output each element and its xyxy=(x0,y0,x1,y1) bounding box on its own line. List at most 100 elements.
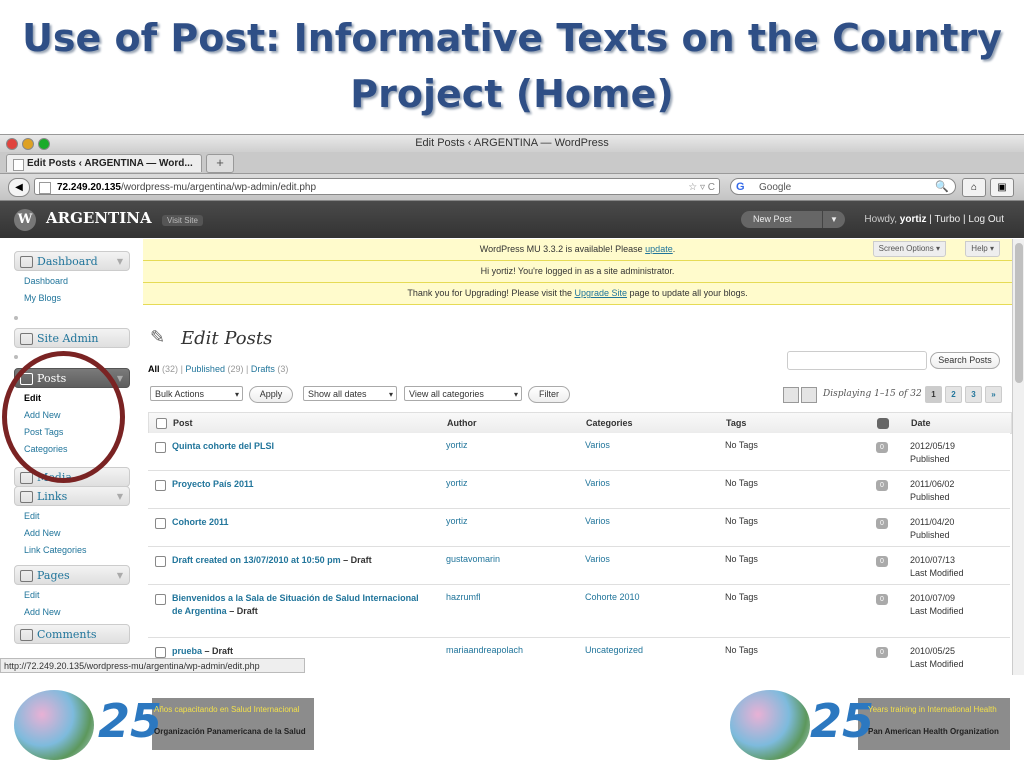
new-post-button[interactable]: New Post ▼ xyxy=(741,211,845,228)
posts-table-header: Post Author Categories Tags Date xyxy=(148,412,1012,434)
comment-count-bubble[interactable]: 0 xyxy=(876,647,888,658)
back-button[interactable]: ◀ xyxy=(8,178,30,197)
comment-count-bubble[interactable]: 0 xyxy=(876,442,888,453)
sidebar-group-pages[interactable]: Pages ▼ xyxy=(14,565,130,585)
chevron-down-icon[interactable]: ▼ xyxy=(117,252,123,272)
visit-site-button[interactable]: Visit Site xyxy=(162,215,203,226)
category-link[interactable]: Cohorte 2010 xyxy=(585,592,640,602)
sidebar-item-edit-links[interactable]: Edit xyxy=(14,508,130,525)
sidebar-item-edit-pages[interactable]: Edit xyxy=(14,587,130,604)
filter-drafts[interactable]: Drafts xyxy=(251,364,275,374)
category-link[interactable]: Varios xyxy=(585,478,610,488)
right-anniversary-banner: 25 Years training in International Healt… xyxy=(730,690,1010,760)
row-checkbox[interactable] xyxy=(155,442,166,453)
row-checkbox[interactable] xyxy=(155,480,166,491)
minimize-window-button[interactable] xyxy=(22,138,34,150)
author-link[interactable]: yortiz xyxy=(446,516,468,526)
sidebar-item-link-categories[interactable]: Link Categories xyxy=(14,542,130,559)
turbo-link[interactable]: Turbo xyxy=(934,214,960,225)
category-link[interactable]: Uncategorized xyxy=(585,645,643,655)
help-button[interactable]: Help ▾ xyxy=(965,241,1000,257)
upgrade-site-link[interactable]: Upgrade Site xyxy=(574,288,627,298)
comment-count-bubble[interactable]: 0 xyxy=(876,518,888,529)
status-bar-url: http://72.249.20.135/wordpress-mu/argent… xyxy=(0,658,305,673)
update-link[interactable]: update xyxy=(645,244,673,254)
pages-icon xyxy=(20,570,33,582)
post-title-link[interactable]: Quinta cohorte del PLSI xyxy=(172,440,432,453)
category-link[interactable]: Varios xyxy=(585,440,610,450)
chevron-down-icon[interactable]: ▼ xyxy=(822,211,845,228)
search-posts-input[interactable] xyxy=(787,351,927,370)
address-bar[interactable]: 72.249.20.135/wordpress-mu/argentina/wp-… xyxy=(34,178,720,195)
sidebar-group-dashboard[interactable]: Dashboard ▼ xyxy=(14,251,130,271)
dates-select[interactable]: Show all dates ▾ xyxy=(303,386,397,401)
browser-tab[interactable]: Edit Posts ‹ ARGENTINA — Word... xyxy=(6,154,202,172)
sidebar-group-label: Dashboard xyxy=(37,255,98,268)
column-date[interactable]: Date xyxy=(911,413,931,433)
row-checkbox[interactable] xyxy=(155,556,166,567)
sidebar-group-links[interactable]: Links ▼ xyxy=(14,486,130,506)
post-title-link[interactable]: Proyecto País 2011 xyxy=(172,478,432,491)
bookmarks-menu-button[interactable]: ▣ xyxy=(990,178,1014,197)
close-window-button[interactable] xyxy=(6,138,18,150)
apply-button[interactable]: Apply xyxy=(249,386,293,403)
zoom-window-button[interactable] xyxy=(38,138,50,150)
sidebar-item-my-blogs[interactable]: My Blogs xyxy=(14,290,130,307)
scrollbar-thumb[interactable] xyxy=(1015,243,1023,383)
post-title-link[interactable]: Draft created on 13/07/2010 at 10:50 pm … xyxy=(172,554,442,567)
comment-count-bubble[interactable]: 0 xyxy=(876,556,888,567)
column-tags[interactable]: Tags xyxy=(726,413,746,433)
excerpt-view-icon[interactable] xyxy=(801,387,817,403)
separator: | xyxy=(180,364,183,374)
author-link[interactable]: yortiz xyxy=(446,440,468,450)
sidebar-item-add-new-link[interactable]: Add New xyxy=(14,525,130,542)
screen-options-button[interactable]: Screen Options ▾ xyxy=(872,241,946,257)
category-link[interactable]: Varios xyxy=(585,554,610,564)
chevron-down-icon[interactable]: ▼ xyxy=(117,487,123,507)
new-tab-button[interactable]: + xyxy=(206,154,234,173)
categories-select[interactable]: View all categories ▾ xyxy=(404,386,522,401)
user-name-link[interactable]: yortiz xyxy=(900,214,927,225)
vertical-scrollbar[interactable] xyxy=(1012,239,1024,675)
column-author[interactable]: Author xyxy=(447,413,477,433)
column-post[interactable]: Post xyxy=(173,413,193,433)
author-link[interactable]: hazrumfl xyxy=(446,592,481,602)
separator: | xyxy=(246,364,249,374)
row-checkbox[interactable] xyxy=(155,594,166,605)
sidebar-item-dashboard[interactable]: Dashboard xyxy=(14,273,130,290)
select-all-checkbox[interactable] xyxy=(156,418,167,429)
notice-text: WordPress MU 3.3.2 is available! Please xyxy=(479,244,646,254)
bulk-actions-select[interactable]: Bulk Actions ▾ xyxy=(150,386,243,401)
page-link-2[interactable]: 2 xyxy=(945,386,962,403)
site-admin-icon xyxy=(20,333,33,345)
comment-count-bubble[interactable]: 0 xyxy=(876,594,888,605)
category-link[interactable]: Varios xyxy=(585,516,610,526)
reload-icon[interactable]: ☆ ▿ C xyxy=(688,179,715,196)
filter-published[interactable]: Published xyxy=(185,364,225,374)
page-link-next[interactable]: » xyxy=(985,386,1002,403)
comment-count-bubble[interactable]: 0 xyxy=(876,480,888,491)
logout-link[interactable]: Log Out xyxy=(968,214,1004,225)
column-categories[interactable]: Categories xyxy=(586,413,633,433)
post-title-link[interactable]: prueba – Draft xyxy=(172,645,432,658)
sidebar-item-add-new-page[interactable]: Add New xyxy=(14,604,130,621)
search-posts-button[interactable]: Search Posts xyxy=(930,352,1000,369)
search-input[interactable]: G Google 🔍 xyxy=(730,178,956,195)
list-view-icon[interactable] xyxy=(783,387,799,403)
home-button[interactable]: ⌂ xyxy=(962,178,986,197)
chevron-down-icon[interactable]: ▼ xyxy=(117,566,123,586)
sidebar-group-comments[interactable]: Comments xyxy=(14,624,130,644)
sidebar-group-site-admin[interactable]: Site Admin xyxy=(14,328,130,348)
filter-all[interactable]: All xyxy=(148,364,160,374)
author-link[interactable]: yortiz xyxy=(446,478,468,488)
post-title-link[interactable]: Cohorte 2011 xyxy=(172,516,432,529)
search-icon[interactable]: 🔍 xyxy=(935,179,949,196)
author-link[interactable]: gustavomarin xyxy=(446,554,500,564)
post-title-link[interactable]: Bienvenidos a la Sala de Situación de Sa… xyxy=(172,592,427,618)
row-checkbox[interactable] xyxy=(155,647,166,658)
author-link[interactable]: mariaandreapolach xyxy=(446,645,523,655)
filter-button[interactable]: Filter xyxy=(528,386,570,403)
page-link-1[interactable]: 1 xyxy=(925,386,942,403)
page-link-3[interactable]: 3 xyxy=(965,386,982,403)
row-checkbox[interactable] xyxy=(155,518,166,529)
